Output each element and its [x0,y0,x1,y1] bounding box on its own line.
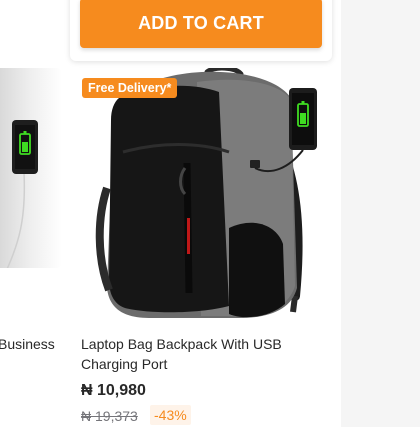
free-delivery-badge: Free Delivery* [82,78,178,98]
add-to-cart-button[interactable]: ADD TO CART [80,0,322,48]
discount-badge: -43% [150,405,191,425]
product-card[interactable]: Free Delivery* Laptop Bag Backpack With … [71,65,333,427]
product-card-previous: ADD TO CART [70,0,332,61]
product-title[interactable]: Laptop Bag Backpack With USB Charging Po… [81,334,321,374]
product-image [0,68,62,268]
product-old-price: ₦ 19,373 [81,408,138,424]
page-background [341,0,420,427]
product-grid: ADD TO CART Business Free Delivery* Lapt… [0,0,341,427]
product-image [79,65,324,323]
product-price: ₦ 10,980 [81,382,146,399]
product-title[interactable]: Business [0,336,55,352]
product-card-partial[interactable]: Business [0,68,62,427]
